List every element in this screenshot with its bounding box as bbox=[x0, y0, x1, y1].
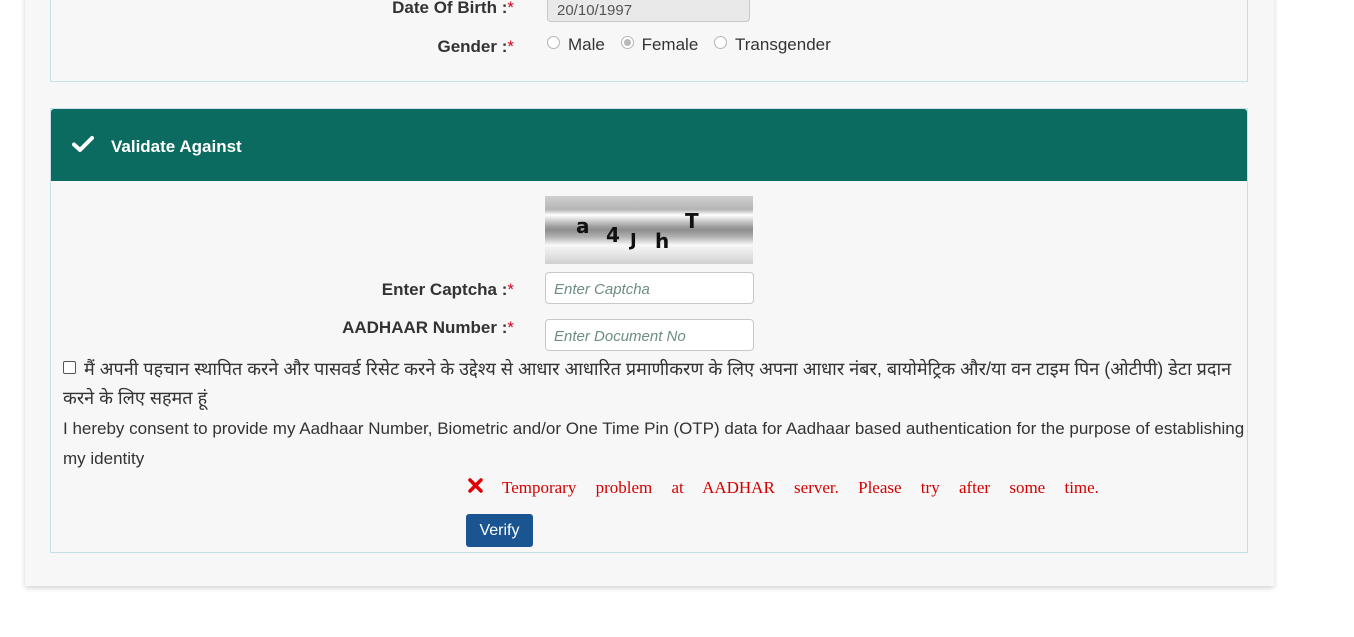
validate-header: Validate Against bbox=[51, 109, 1247, 181]
error-message: Temporary problem at AADHAR server. Plea… bbox=[502, 478, 1099, 497]
captcha-char: 4 bbox=[606, 223, 620, 247]
captcha-char: T bbox=[685, 209, 699, 233]
gender-radio-group: Male Female Transgender bbox=[547, 35, 842, 55]
gender-option-female[interactable]: Female bbox=[620, 35, 698, 55]
radio-transgender[interactable] bbox=[714, 36, 728, 49]
gender-option-male[interactable]: Male bbox=[547, 35, 605, 55]
check-icon bbox=[72, 136, 94, 152]
captcha-char: J bbox=[630, 230, 637, 251]
aadhaar-label: AADHAAR Number :* bbox=[342, 318, 514, 337]
dob-label: Date Of Birth :* bbox=[392, 0, 514, 17]
verify-button[interactable]: Verify bbox=[466, 514, 533, 547]
required-mark: * bbox=[507, 37, 514, 56]
error-x-icon bbox=[468, 478, 483, 493]
captcha-input[interactable]: Enter Captcha bbox=[545, 272, 754, 304]
captcha-char: h bbox=[655, 229, 670, 253]
captcha-label: Enter Captcha :* bbox=[381, 280, 514, 299]
required-mark: * bbox=[507, 318, 514, 337]
required-mark: * bbox=[507, 0, 514, 17]
radio-female[interactable] bbox=[620, 36, 634, 49]
gender-label: Gender :* bbox=[437, 37, 514, 56]
captcha-char: a bbox=[576, 214, 590, 238]
consent-checkbox[interactable] bbox=[63, 361, 76, 374]
radio-male[interactable] bbox=[547, 36, 560, 49]
gender-option-transgender[interactable]: Transgender bbox=[714, 35, 831, 55]
captcha-image: a 4 J h T bbox=[545, 196, 753, 264]
validate-title: Validate Against bbox=[111, 137, 242, 156]
dob-field[interactable]: 20/10/1997 bbox=[547, 0, 750, 22]
aadhaar-input[interactable]: Enter Document No bbox=[545, 319, 754, 351]
required-mark: * bbox=[507, 280, 514, 299]
consent-english: I hereby consent to provide my Aadhaar N… bbox=[63, 419, 1245, 468]
consent-hindi: मैं अपनी पहचान स्थापित करने और पासवर्ड र… bbox=[63, 359, 1232, 408]
consent-block: मैं अपनी पहचान स्थापित करने और पासवर्ड र… bbox=[63, 355, 1248, 474]
